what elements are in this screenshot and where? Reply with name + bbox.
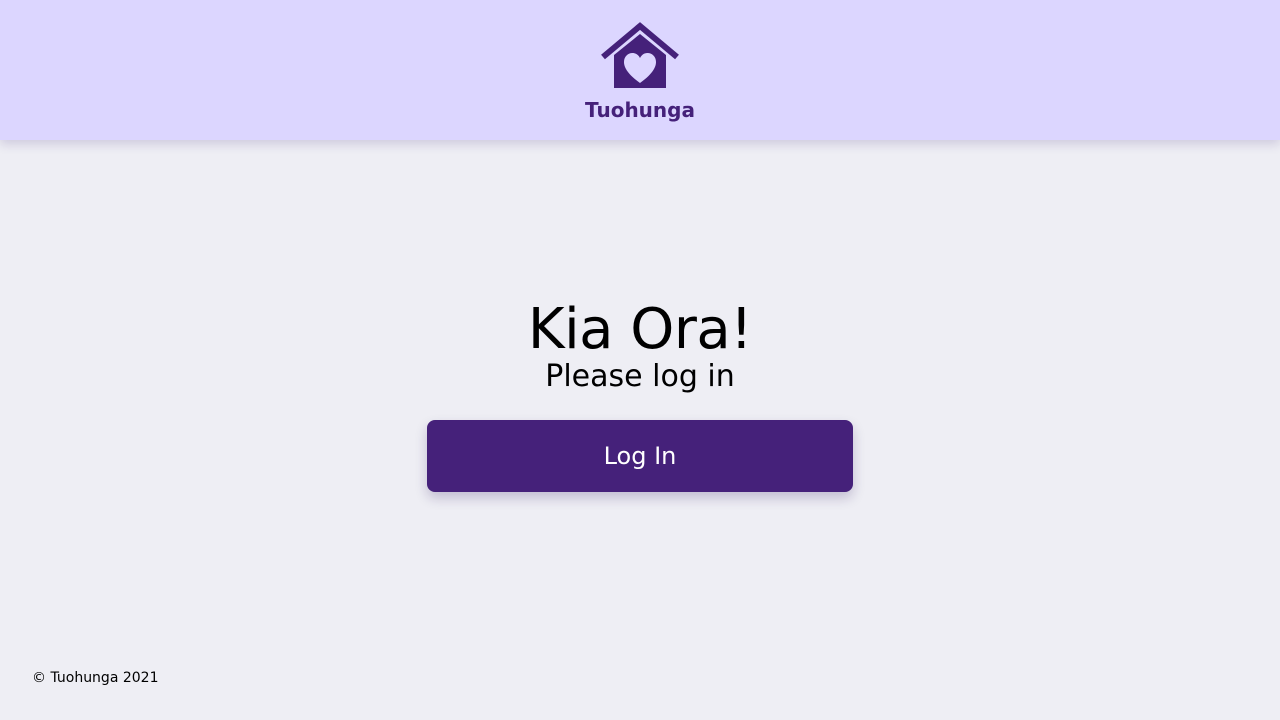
home-logo-link[interactable]: Tuohunga xyxy=(585,0,695,122)
page-subtitle: Please log in xyxy=(545,359,735,394)
page-title: Kia Ora! xyxy=(527,297,753,362)
footer-copyright: © Tuohunga 2021 xyxy=(32,670,159,686)
top-header: Tuohunga xyxy=(0,0,1280,140)
house-heart-icon xyxy=(601,22,679,88)
welcome-section: Kia Ora! Please log in xyxy=(0,296,1280,392)
brand-name: Tuohunga xyxy=(585,98,695,122)
login-button[interactable]: Log In xyxy=(427,420,853,492)
